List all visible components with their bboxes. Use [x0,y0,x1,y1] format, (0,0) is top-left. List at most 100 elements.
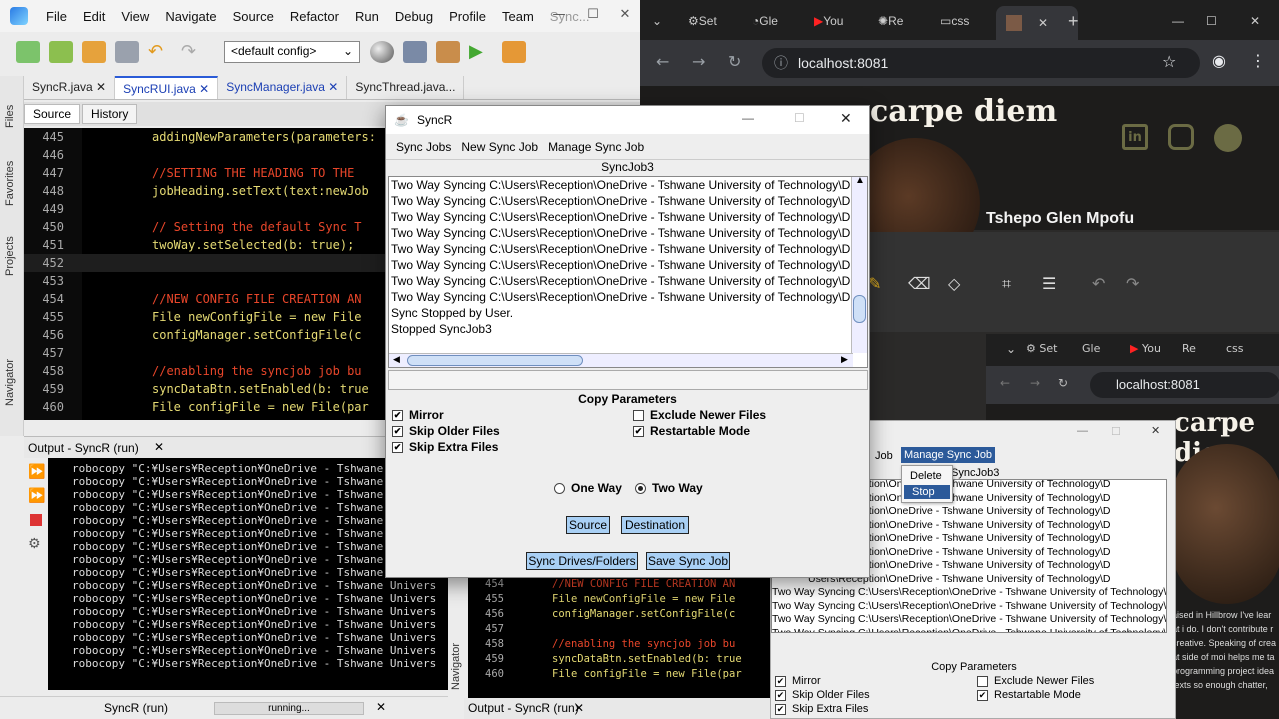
close-icon[interactable]: ✕ [840,110,852,127]
site-info-icon[interactable]: ⓘ [774,48,788,78]
address-bar[interactable]: ⓘ localhost:8081 [762,48,1200,78]
save-all-icon[interactable] [115,41,139,63]
menu-sync-jobs[interactable]: Sync Jobs [391,140,456,154]
tab-list-button[interactable]: ⌄ [652,8,662,34]
browser-tab[interactable]: ▭ css [940,8,969,34]
scroll-left-icon[interactable]: ◀ [393,354,400,365]
browser-tab-active[interactable]: ✕ [996,6,1078,40]
menu-view[interactable]: View [113,9,157,24]
browser-tab[interactable]: ✺ Re [878,8,903,34]
text-extract-icon[interactable]: ☰ [1042,274,1056,293]
minimize-icon[interactable]: — [1172,8,1184,34]
close-icon[interactable]: ✕ [328,80,338,94]
globe-icon[interactable] [370,41,394,63]
menu-debug[interactable]: Debug [387,9,441,24]
save-sync-job-button[interactable]: Save Sync Job [646,552,730,570]
destination-button[interactable]: Destination [621,516,689,534]
menu-edit[interactable]: Edit [75,9,113,24]
source-tab[interactable]: Source [24,104,81,124]
favorites-panel-label[interactable]: Favorites [4,161,16,206]
redo-icon[interactable]: ↷ [1126,274,1139,293]
run-icon[interactable]: ▶ [469,41,493,63]
new-tab-icon[interactable]: + [1068,8,1079,34]
build-icon[interactable] [403,41,427,63]
linkedin-icon[interactable]: in [1122,124,1148,150]
minimize-icon[interactable]: — [544,4,574,26]
close-icon[interactable]: ✕ [610,4,640,26]
tab-syncr-java[interactable]: SyncR.java ✕ [24,76,116,99]
highlighter-icon[interactable]: ✎ [868,274,881,293]
menu-profile[interactable]: Profile [441,9,494,24]
tab-syncmanager-java[interactable]: SyncManager.java ✕ [218,76,348,99]
sync-log-list[interactable]: Two Way Syncing C:\Users\Reception\OneDr… [388,176,868,368]
checkbox-mirror[interactable]: ✔ Mirror [392,408,444,422]
checkbox-exclude-newer-files[interactable]: Exclude Newer Files [633,408,766,422]
shapes-icon[interactable]: ◇ [948,274,960,293]
close-icon[interactable]: ✕ [376,700,386,714]
debug-icon[interactable] [502,41,526,63]
settings-icon[interactable]: ⚙ [28,536,41,552]
scroll-up-icon[interactable]: ▲ [855,177,865,186]
github-icon[interactable] [1214,124,1242,152]
menu-refactor[interactable]: Refactor [282,9,347,24]
reload-icon[interactable]: ↻ [728,52,741,71]
redo-icon[interactable]: ↷ [181,41,205,63]
menu-new-sync-job[interactable]: New Sync Job [456,140,543,154]
rerun-icon[interactable]: ⏩ [28,464,45,480]
minimize-icon[interactable]: — [742,111,754,125]
projects-panel-label[interactable]: Projects [4,236,16,276]
undo-icon[interactable]: ↶ [1092,274,1105,293]
close-icon[interactable]: ✕ [96,80,106,94]
maximize-icon[interactable]: ☐ [794,111,805,125]
open-project-icon[interactable] [82,41,106,63]
instagram-icon[interactable] [1168,124,1194,150]
new-project-icon[interactable] [49,41,73,63]
vertical-scrollbar[interactable]: ▲ [851,177,867,353]
checkbox-skip-older-files[interactable]: ✔ Skip Older Files [392,424,500,438]
radio-two-way[interactable]: Two Way [635,481,703,495]
maximize-icon[interactable]: ☐ [578,4,608,26]
files-panel-label[interactable]: Files [4,105,16,128]
menu-source[interactable]: Source [225,9,282,24]
tab-syncthread-java[interactable]: SyncThread.java... [347,76,465,99]
undo-icon[interactable]: ↶ [148,41,172,63]
forward-icon[interactable]: → [692,52,705,71]
menu-run[interactable]: Run [347,9,387,24]
maximize-icon[interactable]: ☐ [1206,8,1217,34]
scroll-thumb[interactable] [407,355,583,366]
radio-one-way[interactable]: One Way [554,481,622,495]
horizontal-scrollbar[interactable]: ◀ ▶ [389,353,853,367]
close-icon[interactable]: ✕ [154,440,164,454]
menu-navigate[interactable]: Navigate [157,9,224,24]
checkbox-restartable-mode[interactable]: ✔ Restartable Mode [633,424,750,438]
stop-icon[interactable] [30,514,42,526]
source-button[interactable]: Source [566,516,610,534]
eraser-icon[interactable]: ⌫ [908,274,931,293]
menu-icon[interactable]: ⋮ [1250,51,1266,70]
rerun-with-params-icon[interactable]: ⏩ [28,488,45,504]
menu-manage-sync-job[interactable]: Manage Sync Job [543,140,649,154]
menu-team[interactable]: Team [494,9,542,24]
crop-icon[interactable]: ⌗ [1002,274,1011,294]
sync-drives-folders-button[interactable]: Sync Drives/Folders [526,552,638,570]
history-tab[interactable]: History [82,104,138,124]
back-icon[interactable]: ← [656,52,669,71]
browser-tab[interactable]: ▶ You [814,8,843,34]
close-icon[interactable]: ✕ [199,82,209,96]
checkbox-skip-extra-files[interactable]: ✔ Skip Extra Files [392,440,498,454]
profile-icon[interactable]: ◉ [1212,51,1226,70]
browser-tab[interactable]: ⚙ Set [688,8,717,34]
browser-tab[interactable]: ◔ Gle [752,8,778,34]
output-title[interactable]: Output - SyncR (run) [28,441,139,455]
config-select[interactable]: <default config> ⌄ [224,41,360,63]
close-icon[interactable]: ✕ [1038,16,1048,30]
navigator-panel-label[interactable]: Navigator [4,359,16,406]
clean-build-icon[interactable] [436,41,460,63]
scroll-thumb[interactable] [853,295,866,323]
scroll-right-icon[interactable]: ▶ [841,354,848,365]
tab-syncrui-java[interactable]: SyncRUI.java ✕ [115,76,219,99]
close-icon[interactable]: ✕ [1250,8,1260,34]
new-file-icon[interactable] [16,41,40,63]
bookmark-star-icon[interactable]: ☆ [1162,52,1176,71]
menu-file[interactable]: File [38,9,75,24]
